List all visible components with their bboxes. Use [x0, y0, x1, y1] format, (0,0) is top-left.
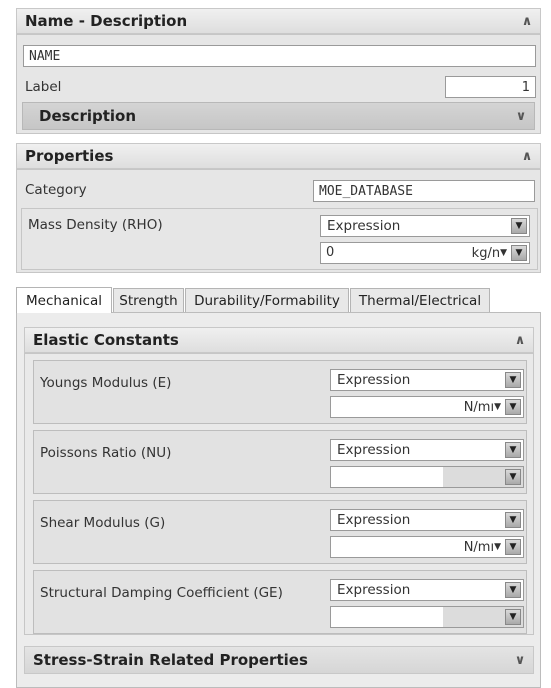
unit-dropdown-icon: ▼ [494, 542, 501, 552]
mass-density-label: Mass Density (RHO) [28, 217, 163, 233]
elastic-constants-title: Elastic Constants [33, 331, 179, 349]
chevron-up-icon[interactable]: ∧ [514, 144, 540, 168]
name-field[interactable]: NAME [23, 45, 536, 67]
dropdown-arrow-icon[interactable]: ▼ [511, 218, 527, 234]
properties-header[interactable]: Properties ∧ [16, 143, 541, 169]
chevron-up-icon[interactable]: ∧ [507, 328, 533, 352]
unit-menu-icon[interactable]: ▼ [505, 609, 521, 625]
youngs-modulus-mode-value: Expression [337, 372, 411, 388]
name-description-header[interactable]: Name - Description ∧ [16, 8, 541, 34]
name-field-value: NAME [29, 48, 61, 64]
shear-modulus-mode-select[interactable]: Expression ▼ [330, 509, 524, 531]
category-field-value: MOE_DATABASE [319, 183, 413, 199]
structural-damping-label: Structural Damping Coefficient (GE) [40, 585, 283, 601]
shear-modulus-row: Shear Modulus (G) Expression ▼ N/mı ▼ ▼ [33, 500, 527, 564]
tab-strength[interactable]: Strength [113, 288, 184, 312]
poissons-ratio-value-field[interactable]: ▼ [330, 466, 524, 488]
poissons-ratio-mode-select[interactable]: Expression ▼ [330, 439, 524, 461]
unit-menu-icon[interactable]: ▼ [505, 539, 521, 555]
structural-damping-row: Structural Damping Coefficient (GE) Expr… [33, 570, 527, 634]
mass-density-mode-value: Expression [327, 218, 401, 234]
dropdown-arrow-icon[interactable]: ▼ [505, 372, 521, 388]
chevron-up-icon[interactable]: ∧ [514, 9, 540, 33]
mass-density-unit: kg/n [471, 245, 501, 261]
label-field[interactable]: 1 [445, 76, 536, 98]
shear-modulus-value-field[interactable]: N/mı ▼ ▼ [330, 536, 524, 558]
tab-thermal-electrical[interactable]: Thermal/Electrical [350, 288, 490, 312]
poissons-ratio-label: Poissons Ratio (NU) [40, 445, 172, 461]
youngs-modulus-unit: N/mı [463, 399, 495, 415]
poissons-ratio-unit-area[interactable]: ▼ [443, 467, 523, 487]
unit-dropdown-icon: ▼ [494, 402, 501, 412]
elastic-constants-header[interactable]: Elastic Constants ∧ [24, 327, 534, 353]
structural-damping-unit-area[interactable]: ▼ [443, 607, 523, 627]
chevron-down-icon[interactable]: ∨ [508, 103, 534, 129]
shear-modulus-unit-select[interactable]: N/mı ▼ ▼ [463, 537, 523, 557]
mass-density-unit-select[interactable]: kg/n ▼ ▼ [471, 243, 529, 263]
category-field[interactable]: MOE_DATABASE [313, 180, 535, 202]
unit-menu-icon[interactable]: ▼ [505, 399, 521, 415]
youngs-modulus-unit-select[interactable]: N/mı ▼ ▼ [463, 397, 523, 417]
shear-modulus-label: Shear Modulus (G) [40, 515, 166, 531]
youngs-modulus-mode-select[interactable]: Expression ▼ [330, 369, 524, 391]
mass-density-value: 0 [326, 245, 335, 260]
description-title: Description [39, 107, 137, 125]
tab-durability-formability[interactable]: Durability/Formability [185, 288, 349, 312]
name-description-title: Name - Description [25, 12, 188, 30]
youngs-modulus-label: Youngs Modulus (E) [40, 375, 172, 391]
youngs-modulus-row: Youngs Modulus (E) Expression ▼ N/mı ▼ ▼ [33, 360, 527, 424]
structural-damping-value-field[interactable]: ▼ [330, 606, 524, 628]
structural-damping-mode-value: Expression [337, 582, 411, 598]
structural-damping-mode-select[interactable]: Expression ▼ [330, 579, 524, 601]
category-label: Category [25, 182, 87, 198]
stress-strain-header[interactable]: Stress-Strain Related Properties ∨ [24, 646, 534, 674]
poissons-ratio-row: Poissons Ratio (NU) Expression ▼ ▼ [33, 430, 527, 494]
shear-modulus-unit: N/mı [463, 539, 495, 555]
dropdown-arrow-icon[interactable]: ▼ [505, 442, 521, 458]
shear-modulus-mode-value: Expression [337, 512, 411, 528]
unit-menu-icon[interactable]: ▼ [505, 469, 521, 485]
dropdown-arrow-icon[interactable]: ▼ [505, 512, 521, 528]
youngs-modulus-value-field[interactable]: N/mı ▼ ▼ [330, 396, 524, 418]
properties-title: Properties [25, 147, 114, 165]
properties-panel: Category MOE_DATABASE Mass Density (RHO)… [16, 169, 541, 273]
chevron-down-icon[interactable]: ∨ [507, 647, 533, 673]
label-field-value: 1 [521, 79, 530, 95]
dropdown-arrow-icon[interactable]: ▼ [505, 582, 521, 598]
label-field-label: Label [25, 79, 62, 95]
tab-mechanical[interactable]: Mechanical [16, 287, 112, 313]
elastic-constants-panel: Youngs Modulus (E) Expression ▼ N/mı ▼ ▼… [24, 353, 534, 635]
mass-density-value-field[interactable]: 0 kg/n ▼ ▼ [320, 242, 530, 264]
mass-density-mode-select[interactable]: Expression ▼ [320, 215, 530, 237]
unit-menu-icon[interactable]: ▼ [511, 245, 527, 261]
description-header[interactable]: Description ∨ [22, 102, 535, 130]
mass-density-row: Mass Density (RHO) Expression ▼ 0 kg/n ▼… [21, 208, 538, 270]
stress-strain-title: Stress-Strain Related Properties [33, 651, 308, 669]
unit-dropdown-icon: ▼ [500, 248, 507, 258]
poissons-ratio-mode-value: Expression [337, 442, 411, 458]
